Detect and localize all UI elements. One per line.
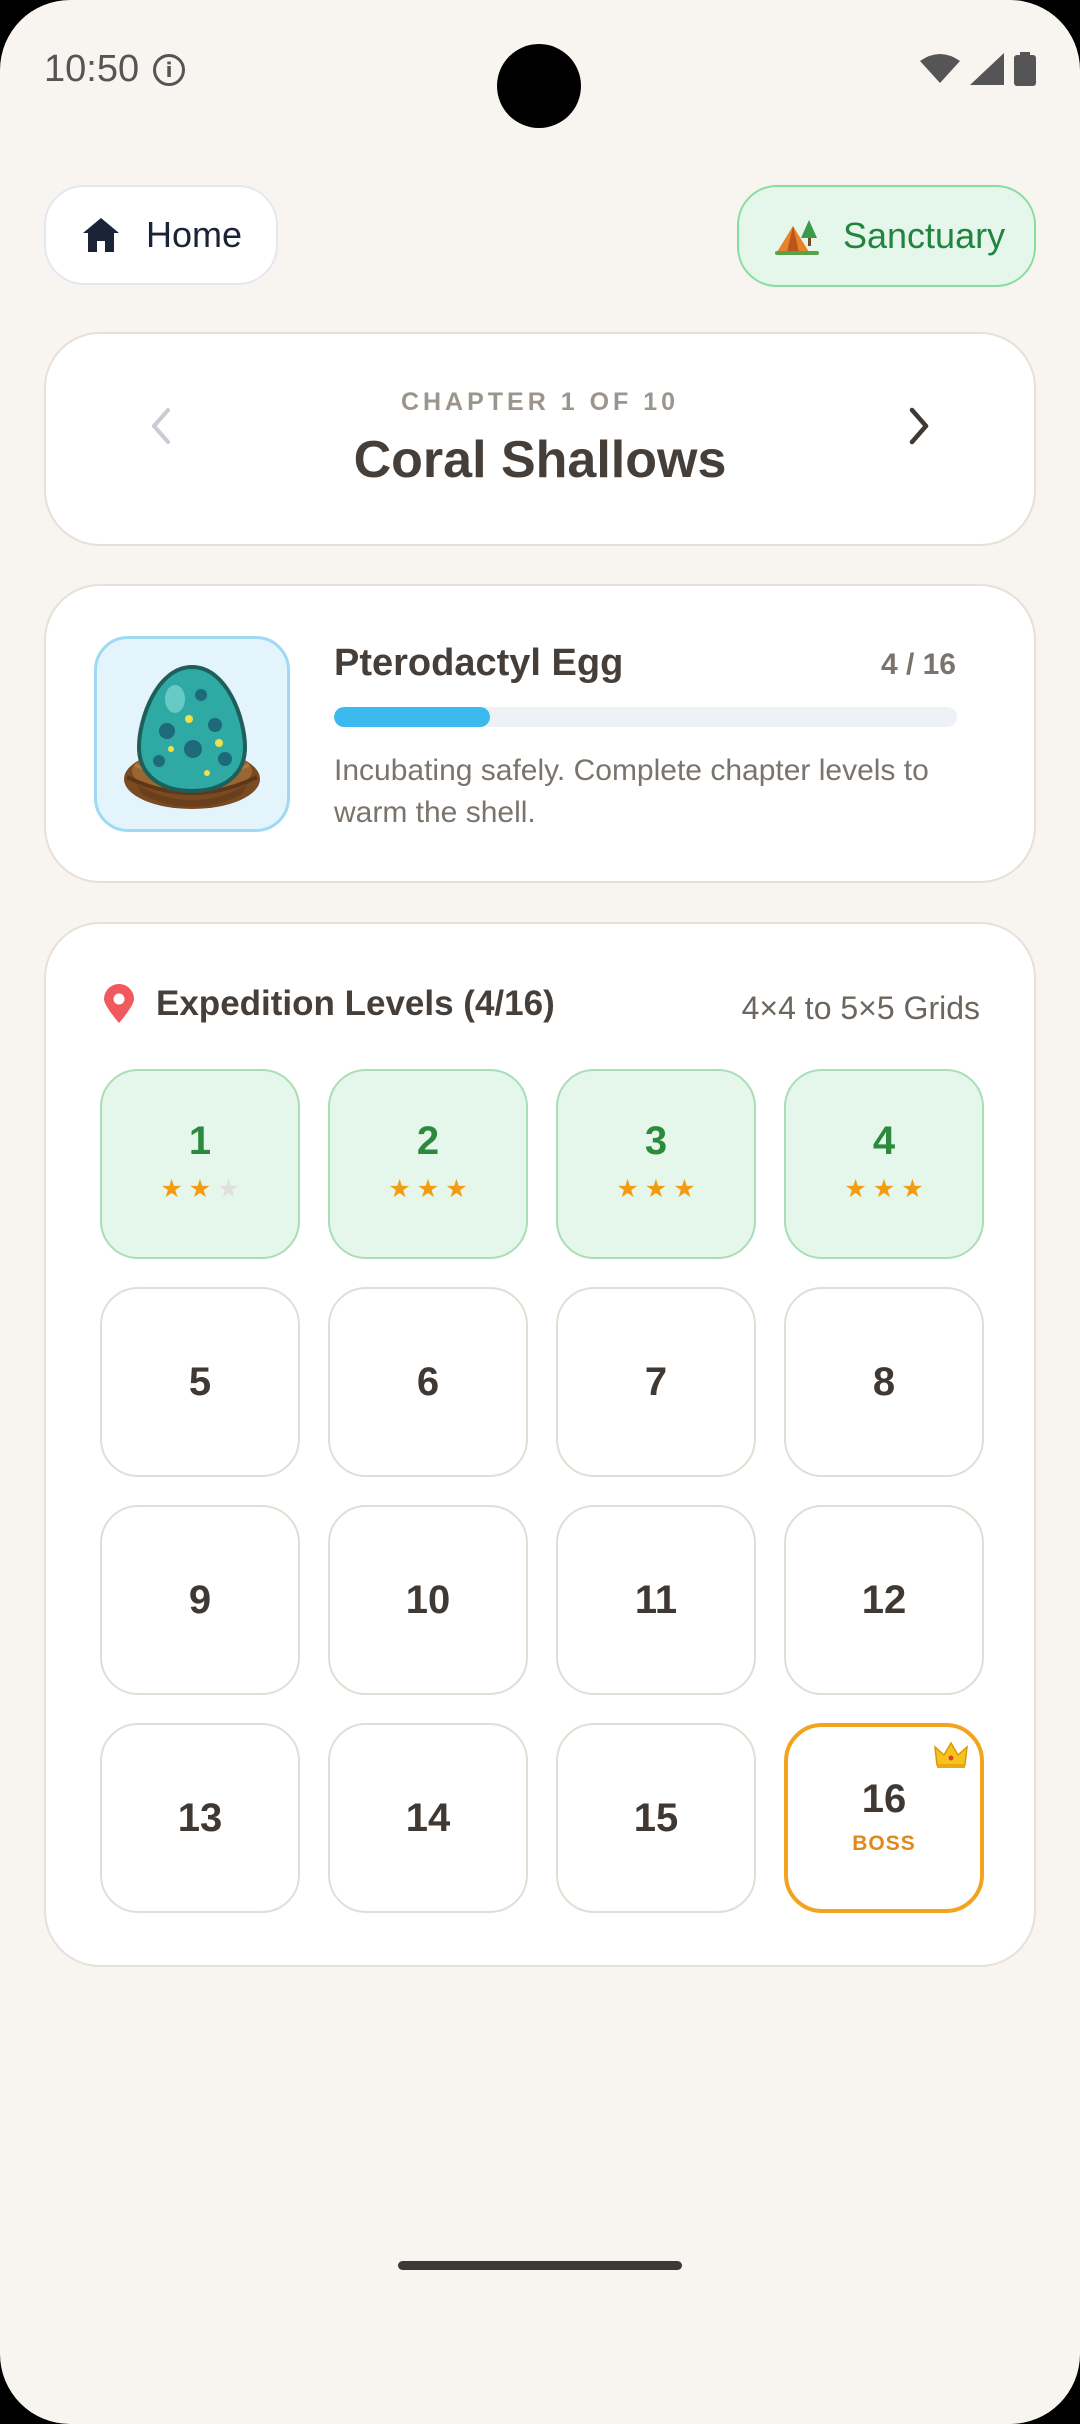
battery-icon [1014, 52, 1036, 86]
chevron-right-icon[interactable] [904, 404, 934, 448]
level-button[interactable]: 12 [784, 1505, 984, 1695]
sanctuary-button[interactable]: Sanctuary [737, 185, 1036, 287]
star-icon: ★ [388, 1174, 411, 1203]
level-button[interactable]: 6 [328, 1287, 528, 1477]
egg-progress-bar [334, 707, 957, 727]
level-number: 6 [416, 1359, 440, 1404]
level-button[interactable]: 11 [556, 1505, 756, 1695]
level-button-boss[interactable]: 16 BOSS [784, 1723, 984, 1913]
tent-icon [775, 220, 819, 255]
camera-cutout [497, 44, 581, 128]
boss-label: BOSS [852, 1831, 916, 1855]
egg-nest-icon [124, 664, 260, 809]
level-number: 10 [405, 1577, 451, 1622]
level-button[interactable]: 5 [100, 1287, 300, 1477]
level-button[interactable]: 14 [328, 1723, 528, 1913]
level-number: 14 [405, 1795, 451, 1840]
level-stars: ★ ★ ★ [616, 1174, 695, 1203]
chapter-subtitle: CHAPTER 1 OF 10 [400, 388, 680, 416]
egg-progress-count: 4 / 16 [880, 648, 956, 681]
levels-heading: Expedition Levels (4/16) [102, 984, 555, 1024]
level-number: 16 [861, 1776, 907, 1821]
level-button[interactable]: 10 [328, 1505, 528, 1695]
sanctuary-label: Sanctuary [843, 215, 1006, 256]
star-icon: ★ [644, 1174, 668, 1203]
wifi-icon [920, 54, 960, 83]
level-number: 12 [861, 1577, 907, 1622]
level-stars: ★ ★ ★ [844, 1174, 923, 1203]
level-button[interactable]: 2 ★ ★ ★ [328, 1069, 528, 1259]
level-number: 9 [188, 1577, 212, 1622]
levels-heading-text: Expedition Levels (4/16) [156, 984, 555, 1023]
chapter-selector-card: CHAPTER 1 OF 10 Coral Shallows [44, 332, 1036, 546]
star-icon: ★ [673, 1174, 696, 1203]
star-icon: ★ [616, 1174, 639, 1203]
star-icon: ★ [872, 1174, 896, 1203]
level-number: 3 [644, 1119, 668, 1163]
level-number: 11 [634, 1577, 678, 1622]
level-button[interactable]: 1 ★ ★ ★ [100, 1069, 300, 1259]
level-button[interactable]: 9 [100, 1505, 300, 1695]
signal-icon [970, 53, 1004, 85]
level-stars: ★ ★ ★ [388, 1174, 467, 1203]
level-button[interactable]: 13 [100, 1723, 300, 1913]
level-number: 1 [188, 1119, 212, 1163]
status-icons [920, 52, 1036, 86]
levels-card: Expedition Levels (4/16) 4×4 to 5×5 Grid… [44, 922, 1036, 1967]
level-number: 5 [188, 1359, 212, 1404]
levels-grid-info: 4×4 to 5×5 Grids [741, 990, 980, 1026]
status-time-text: 10:50 [44, 48, 140, 90]
star-icon: ★ [901, 1174, 924, 1203]
level-number: 4 [872, 1119, 896, 1163]
status-time: 10:50 i [44, 48, 186, 91]
info-icon: i [153, 53, 186, 86]
egg-progress-fill [334, 707, 490, 727]
star-icon: ★ [188, 1174, 212, 1203]
home-indicator[interactable] [398, 2261, 682, 2270]
level-number: 2 [416, 1119, 440, 1163]
level-stars: ★ ★ ★ [160, 1174, 239, 1203]
level-button[interactable]: 7 [556, 1287, 756, 1477]
level-button[interactable]: 4 ★ ★ ★ [784, 1069, 984, 1259]
level-number: 13 [177, 1795, 223, 1840]
star-icon: ★ [416, 1174, 440, 1203]
star-icon: ★ [160, 1174, 183, 1203]
crown-icon [934, 1741, 968, 1768]
star-icon: ★ [844, 1174, 867, 1203]
home-icon [83, 218, 119, 252]
star-icon: ★ [217, 1174, 240, 1203]
egg-description: Incubating safely. Complete chapter leve… [334, 754, 929, 829]
home-label: Home [146, 214, 243, 255]
level-number: 8 [872, 1359, 896, 1404]
level-button[interactable]: 8 [784, 1287, 984, 1477]
app-screen: 10:50 i Home Sanctuary CHAPTER 1 OF 10 C… [0, 0, 1080, 2424]
chapter-title: Coral Shallows [353, 431, 727, 489]
egg-name: Pterodactyl Egg [334, 642, 624, 684]
level-number: 15 [633, 1795, 679, 1840]
level-number: 7 [644, 1359, 668, 1404]
star-icon: ★ [445, 1174, 468, 1203]
egg-image [94, 636, 290, 832]
egg-progress-card: Pterodactyl Egg 4 / 16 Incubating safely… [44, 584, 1036, 883]
level-button[interactable]: 3 ★ ★ ★ [556, 1069, 756, 1259]
home-button[interactable]: Home [44, 185, 278, 285]
location-pin-icon [104, 984, 134, 1023]
level-button[interactable]: 15 [556, 1723, 756, 1913]
